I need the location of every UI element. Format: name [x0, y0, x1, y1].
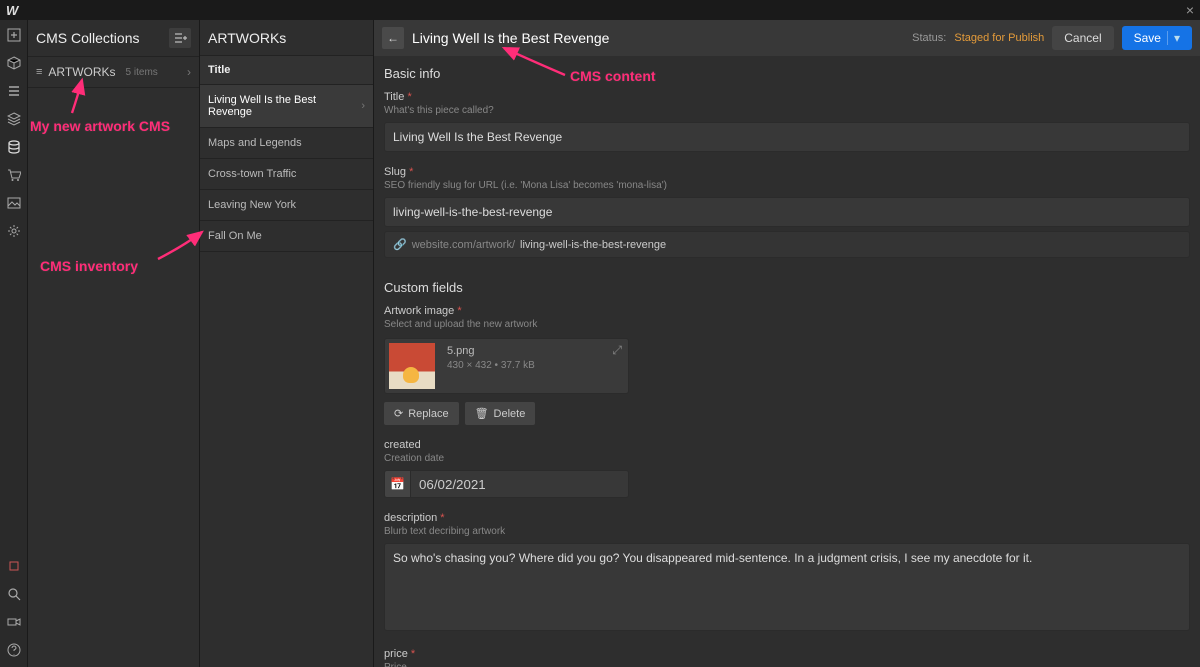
- image-filename: 5.png: [447, 345, 535, 357]
- target-icon[interactable]: [5, 557, 23, 575]
- status-badge: Staged for Publish: [954, 32, 1044, 44]
- add-icon[interactable]: [5, 26, 23, 44]
- slug-input[interactable]: [384, 197, 1190, 227]
- slug-label: Slug *: [384, 166, 413, 178]
- refresh-icon: ⟳: [394, 407, 403, 420]
- list-item[interactable]: Living Well Is the Best Revenge ›: [200, 85, 373, 128]
- left-rail: [0, 20, 28, 667]
- price-sub: Price: [384, 662, 1190, 667]
- image-label: Artwork image *: [384, 305, 462, 317]
- list-item[interactable]: Maps and Legends: [200, 128, 373, 159]
- calendar-icon[interactable]: 📅: [384, 470, 410, 498]
- list-item[interactable]: Leaving New York: [200, 190, 373, 221]
- description-textarea[interactable]: [384, 543, 1190, 631]
- image-icon[interactable]: [5, 194, 23, 212]
- webflow-logo: W: [6, 3, 18, 18]
- price-label: price *: [384, 648, 415, 660]
- delete-button[interactable]: 🗑Delete: [465, 402, 536, 425]
- list-item[interactable]: Fall On Me: [200, 221, 373, 252]
- back-button[interactable]: ←: [382, 27, 404, 49]
- trash-icon: 🗑: [475, 407, 489, 420]
- layers-icon[interactable]: [5, 110, 23, 128]
- url-preview: 🔗 website.com/artwork/living-well-is-the…: [384, 231, 1190, 258]
- drag-icon: ≡: [36, 66, 42, 78]
- collection-count: 5 items: [126, 67, 158, 78]
- help-icon[interactable]: [5, 641, 23, 659]
- chevron-right-icon: ›: [361, 100, 365, 112]
- image-sub: Select and upload the new artwork: [384, 319, 1190, 330]
- items-header-cell: Title: [200, 56, 373, 85]
- status-label: Status:: [912, 32, 946, 44]
- search-icon[interactable]: [5, 585, 23, 603]
- chevron-right-icon: ›: [187, 65, 191, 79]
- items-title: ARTWORKs: [200, 20, 373, 56]
- collections-panel: CMS Collections ≡ ARTWORKs 5 items ›: [28, 20, 200, 667]
- slug-sub: SEO friendly slug for URL (i.e. 'Mona Li…: [384, 180, 1190, 191]
- title-sub: What's this piece called?: [384, 105, 1190, 116]
- cancel-button[interactable]: Cancel: [1052, 26, 1113, 50]
- section-custom-fields: Custom fields: [384, 270, 1190, 303]
- link-icon: 🔗: [393, 238, 407, 251]
- video-icon[interactable]: [5, 613, 23, 631]
- created-sub: Creation date: [384, 453, 1190, 464]
- collection-name: ARTWORKs: [48, 65, 115, 79]
- replace-button[interactable]: ⟳Replace: [384, 402, 459, 425]
- expand-icon[interactable]: ⤢: [612, 343, 622, 358]
- list-item[interactable]: Cross-town Traffic: [200, 159, 373, 190]
- chevron-down-icon[interactable]: ▾: [1167, 31, 1180, 45]
- database-icon[interactable]: [5, 138, 23, 156]
- title-input[interactable]: [384, 122, 1190, 152]
- items-panel: ARTWORKs Title Living Well Is the Best R…: [200, 20, 374, 667]
- image-card[interactable]: 5.png 430 × 432 • 37.7 kB ⤢: [384, 338, 629, 394]
- created-input[interactable]: [410, 470, 629, 498]
- close-icon[interactable]: ×: [1186, 2, 1194, 18]
- collection-item[interactable]: ≡ ARTWORKs 5 items ›: [28, 56, 199, 88]
- cart-icon[interactable]: [5, 166, 23, 184]
- section-basic-info: Basic info: [384, 56, 1190, 89]
- gear-icon[interactable]: [5, 222, 23, 240]
- title-label: Title *: [384, 91, 412, 103]
- image-meta: 430 × 432 • 37.7 kB: [447, 360, 535, 371]
- save-button[interactable]: Save ▾: [1122, 26, 1192, 50]
- detail-panel: ← Living Well Is the Best Revenge Status…: [374, 20, 1200, 667]
- page-title: Living Well Is the Best Revenge: [412, 30, 609, 46]
- description-sub: Blurb text decribing artwork: [384, 526, 1190, 537]
- add-collection-button[interactable]: [169, 28, 191, 48]
- description-label: description *: [384, 512, 445, 524]
- created-label: created: [384, 439, 421, 451]
- image-thumbnail: [389, 343, 435, 389]
- list-icon[interactable]: [5, 82, 23, 100]
- collections-title: CMS Collections: [36, 30, 139, 46]
- cube-icon[interactable]: [5, 54, 23, 72]
